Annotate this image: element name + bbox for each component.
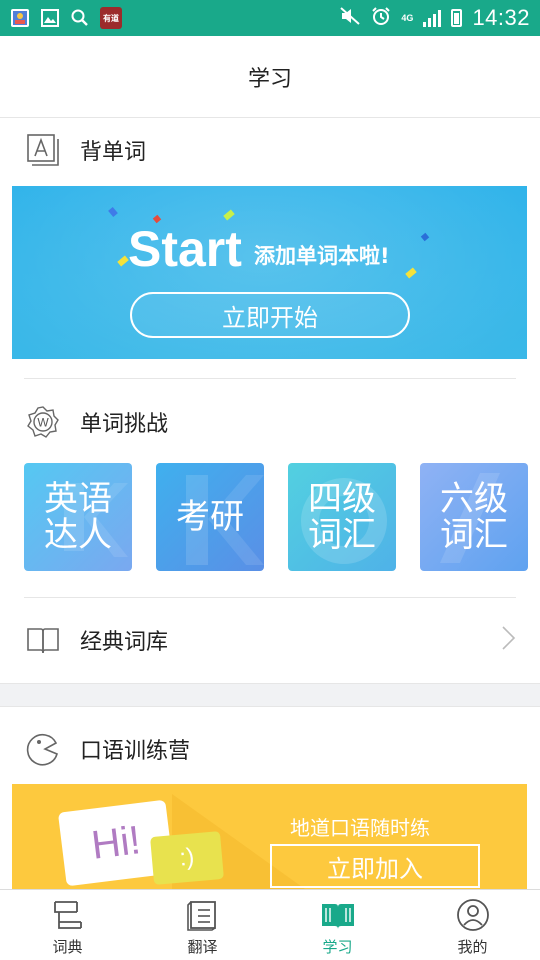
start-title: Start bbox=[128, 221, 242, 277]
profile-icon bbox=[455, 898, 491, 932]
section-classic-label: 经典词库 bbox=[80, 630, 169, 655]
mute-icon bbox=[339, 6, 361, 30]
nav-tab-profile[interactable]: 我的 bbox=[405, 890, 540, 960]
vocab-card-icon bbox=[26, 133, 60, 167]
tile-label: 四级 词汇 bbox=[308, 479, 376, 555]
challenge-tile-english-master[interactable]: 英语 达人 bbox=[24, 463, 132, 571]
page-title: 学习 bbox=[247, 66, 292, 92]
oral-subtitle: 地道口语随时练 bbox=[290, 816, 430, 840]
section-vocab-label: 背单词 bbox=[80, 140, 147, 165]
challenge-tile-kaoyan[interactable]: 考研 bbox=[156, 463, 264, 571]
network-type: 4G bbox=[401, 12, 414, 23]
bottom-nav: 词典 翻译 学习 我的 bbox=[0, 889, 540, 960]
tile-label: 英语 达人 bbox=[44, 479, 112, 555]
page-header: 学习 bbox=[0, 36, 540, 118]
tile-label: 考研 bbox=[176, 497, 244, 537]
speech-face-icon bbox=[26, 732, 60, 766]
divider bbox=[24, 597, 516, 598]
status-bar: 有道 4G 14:32 bbox=[0, 0, 540, 36]
gallery-icon bbox=[40, 8, 60, 28]
tile-label: 六级 词汇 bbox=[440, 479, 508, 555]
contacts-app-icon bbox=[10, 8, 30, 28]
search-icon bbox=[70, 8, 90, 28]
section-challenge: W 单词挑战 bbox=[0, 390, 540, 454]
nav-tab-dictionary[interactable]: 词典 bbox=[0, 890, 135, 960]
translate-icon bbox=[185, 898, 221, 932]
start-now-button[interactable]: 立即开始 bbox=[130, 292, 410, 338]
challenge-badge-icon: W bbox=[26, 405, 60, 439]
open-book-icon bbox=[26, 623, 60, 657]
svg-text:W: W bbox=[37, 416, 49, 430]
nav-label: 词典 bbox=[52, 938, 83, 956]
section-classic-library[interactable]: 经典词库 bbox=[0, 608, 540, 672]
alarm-icon bbox=[371, 6, 391, 30]
section-oral-label: 口语训练营 bbox=[80, 739, 191, 764]
signal-icon bbox=[423, 9, 442, 27]
oral-banner[interactable]: Hi! :) 地道口语随时练 立即加入 bbox=[12, 784, 527, 894]
divider bbox=[24, 378, 516, 379]
smile-speech-bubble: :) bbox=[150, 831, 224, 885]
section-oral-camp[interactable]: 口语训练营 bbox=[0, 717, 540, 781]
nav-tab-translate[interactable]: 翻译 bbox=[135, 890, 270, 960]
challenge-tile-cet4[interactable]: 四级 词汇 bbox=[288, 463, 396, 571]
chevron-right-icon bbox=[500, 625, 516, 655]
status-time: 14:32 bbox=[472, 5, 530, 30]
start-subtitle: 添加单词本啦! bbox=[254, 244, 390, 268]
study-book-icon bbox=[320, 898, 356, 932]
smile-text: :) bbox=[178, 843, 196, 872]
section-challenge-label: 单词挑战 bbox=[80, 412, 169, 437]
hi-text: Hi! bbox=[88, 817, 143, 868]
dictionary-icon bbox=[50, 898, 86, 932]
nav-label: 学习 bbox=[322, 938, 353, 956]
join-now-button[interactable]: 立即加入 bbox=[270, 844, 480, 888]
nav-label: 我的 bbox=[457, 938, 488, 956]
section-separator bbox=[0, 683, 540, 707]
challenge-tile-cet6[interactable]: 六级 词汇 bbox=[420, 463, 528, 571]
youdao-app-icon: 有道 bbox=[100, 7, 122, 29]
start-banner[interactable]: Start 添加单词本啦! 立即开始 bbox=[12, 186, 527, 359]
section-vocab[interactable]: 背单词 bbox=[0, 118, 540, 182]
nav-tab-study[interactable]: 学习 bbox=[270, 890, 405, 960]
nav-label: 翻译 bbox=[187, 938, 218, 956]
battery-icon bbox=[451, 9, 463, 27]
